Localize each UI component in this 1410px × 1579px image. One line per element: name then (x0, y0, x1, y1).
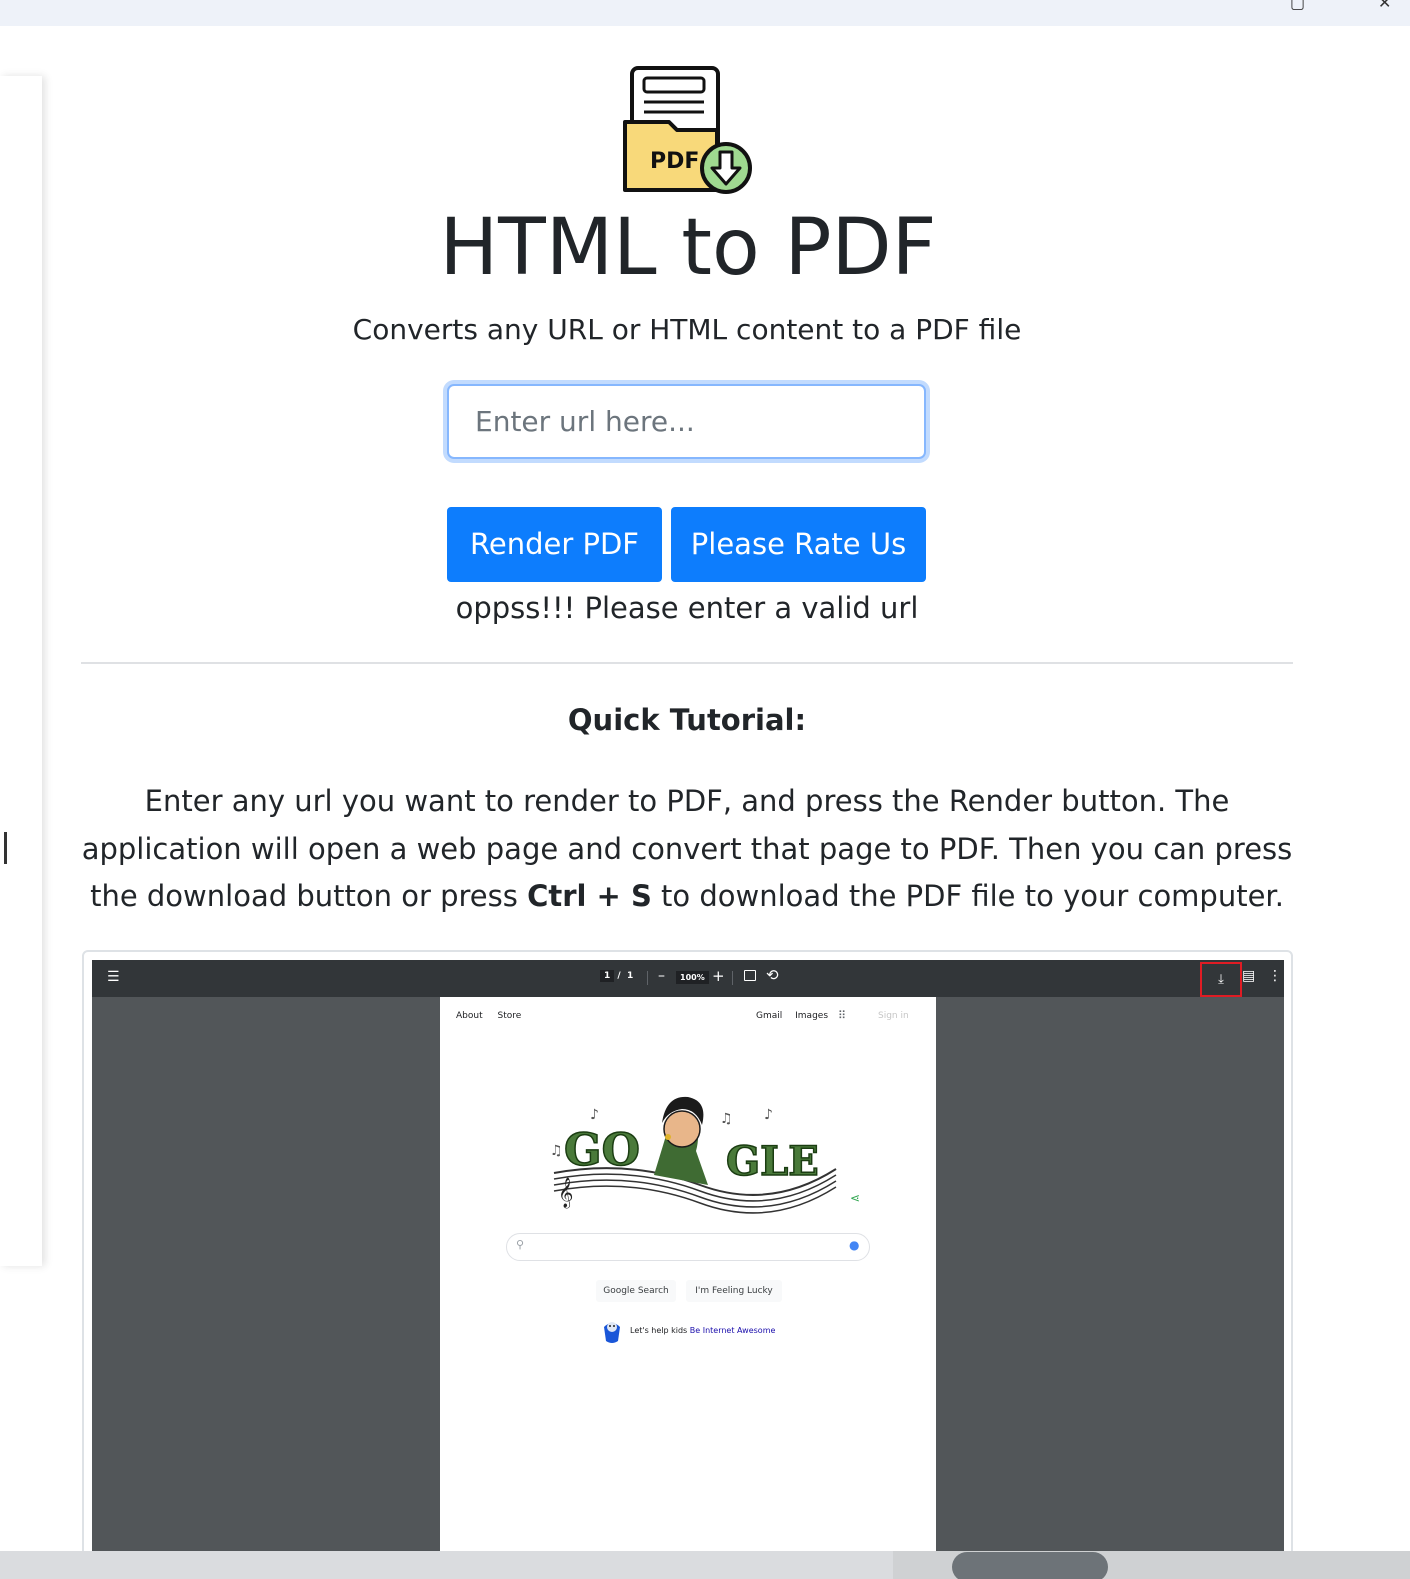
page-separator: / (617, 971, 621, 981)
window-restore-icon[interactable]: ▢ (1290, 0, 1305, 11)
pdf-page: About Store Gmail Images ⠿ Sign in GO GL… (440, 997, 936, 1579)
pdf-viewer-toolbar: ☰ 1 / 1 – 100% + ⟲ ⤓ ▤ ⋮ (92, 960, 1284, 997)
svg-text:♪: ♪ (590, 1107, 599, 1123)
search-icon: ⚲ (516, 1238, 525, 1251)
google-doodle: GO GLE ♪ ♫ ♪ ♫ 𝄞 (550, 1096, 837, 1214)
google-top-left-links: About Store (456, 1011, 533, 1021)
print-icon: ▤ (1242, 968, 1256, 984)
tutorial-screenshot: ☰ 1 / 1 – 100% + ⟲ ⤓ ▤ ⋮ About Store Gma… (82, 950, 1293, 1579)
share-icon: ⋖ (850, 1191, 861, 1205)
google-images-link: Images (795, 1011, 829, 1021)
svg-text:PDF: PDF (650, 149, 699, 174)
promo-link: Be Internet Awesome (689, 1326, 776, 1335)
page-subtitle: Converts any URL or HTML content to a PD… (352, 313, 1022, 346)
google-top-right-links: Gmail Images (756, 1011, 838, 1021)
svg-text:GO: GO (564, 1125, 640, 1176)
google-gmail-link: Gmail (756, 1011, 783, 1021)
svg-text:♪: ♪ (764, 1107, 773, 1123)
page-total: 1 (626, 971, 634, 981)
url-input[interactable] (447, 384, 926, 459)
google-search-box: ⚲ ● (506, 1233, 870, 1261)
rate-us-button[interactable]: Please Rate Us (671, 507, 926, 582)
more-vert-icon: ⋮ (1268, 968, 1282, 984)
microphone-icon: ● (849, 1238, 860, 1252)
window-close-icon[interactable]: ✕ (1378, 0, 1391, 11)
section-divider (81, 662, 1293, 664)
apps-grid-icon: ⠿ (838, 1009, 847, 1022)
pdf-viewer: ☰ 1 / 1 – 100% + ⟲ ⤓ ▤ ⋮ About Store Gma… (92, 960, 1284, 1579)
mascot-icon (604, 1322, 620, 1343)
browser-top-bar: ▢ ✕ (0, 0, 1410, 26)
page-current: 1 (600, 970, 615, 982)
google-about-link: About (456, 1011, 483, 1021)
feeling-lucky-button: I'm Feeling Lucky (686, 1280, 782, 1302)
google-promo: Let's help kids Be Internet Awesome (630, 1326, 775, 1335)
svg-text:GLE: GLE (726, 1138, 819, 1185)
page-indicator: 1 / 1 (600, 970, 634, 982)
svg-text:♫: ♫ (720, 1111, 733, 1127)
zoom-out-icon: – (658, 968, 665, 984)
tutorial-shortcut: Ctrl + S (527, 879, 652, 913)
error-message: oppss!!! Please enter a valid url (455, 591, 919, 625)
main-content: PDF HTML to PDF Converts any URL or HTML… (0, 26, 1410, 1579)
zoom-in-icon: + (712, 967, 725, 985)
tutorial-heading: Quick Tutorial: (567, 703, 807, 737)
toolbar-separator (732, 971, 733, 985)
google-sign-in: Sign in (878, 1011, 909, 1021)
floating-pill[interactable] (952, 1552, 1108, 1579)
rotate-icon: ⟲ (766, 966, 779, 984)
google-store-link: Store (497, 1011, 522, 1021)
zoom-level: 100% (676, 971, 709, 984)
fit-page-icon (744, 970, 756, 981)
render-pdf-button[interactable]: Render PDF (447, 507, 662, 582)
toolbar-separator (647, 971, 648, 985)
tutorial-text-part-2: to download the PDF file to your compute… (651, 879, 1284, 913)
tutorial-text: Enter any url you want to render to PDF,… (80, 778, 1294, 921)
page-title: HTML to PDF (439, 203, 937, 293)
download-icon: ⤓ (1200, 962, 1242, 997)
google-search-button: Google Search (596, 1280, 676, 1302)
svg-text:𝄞: 𝄞 (558, 1177, 573, 1209)
horizontal-scrollbar[interactable] (0, 1551, 893, 1579)
hamburger-icon: ☰ (107, 969, 120, 985)
pdf-download-logo-icon: PDF (623, 66, 752, 194)
svg-text:♫: ♫ (550, 1143, 563, 1159)
promo-text: Let's help kids (630, 1326, 690, 1335)
